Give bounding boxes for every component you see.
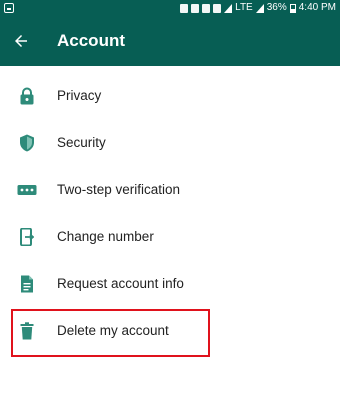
menu-item-security[interactable]: Security xyxy=(0,119,340,166)
status-icons: LTE 36% 4:40 PM xyxy=(180,0,336,16)
menu-item-label: Request account info xyxy=(57,276,184,291)
document-icon xyxy=(17,274,37,294)
menu-item-privacy[interactable]: Privacy xyxy=(0,72,340,119)
battery-percent: 36% xyxy=(266,2,287,13)
page-title: Account xyxy=(57,31,125,50)
battery-icon xyxy=(289,3,296,13)
mute-icon xyxy=(191,3,200,13)
menu-item-request-info[interactable]: Request account info xyxy=(0,260,340,307)
menu-item-label: Privacy xyxy=(57,88,102,103)
trash-icon xyxy=(17,321,37,341)
dots-keypad-icon xyxy=(17,180,37,200)
signal-2-icon xyxy=(255,3,264,13)
app-bar: Account xyxy=(0,16,340,66)
bluetooth-icon xyxy=(180,3,189,13)
phone-swap-icon xyxy=(17,227,37,247)
clock: 4:40 PM xyxy=(298,2,336,13)
menu-item-label: Two-step verification xyxy=(57,182,181,197)
notification-icon xyxy=(4,3,14,13)
menu-item-delete-account[interactable]: Delete my account xyxy=(0,307,340,354)
signal-icon xyxy=(224,3,233,13)
menu-item-label: Change number xyxy=(57,229,154,244)
arrow-left-icon xyxy=(15,35,27,47)
back-button[interactable] xyxy=(6,26,36,56)
menu-item-label: Delete my account xyxy=(57,323,169,338)
menu-item-change-number[interactable]: Change number xyxy=(0,213,340,260)
alarm-icon xyxy=(202,3,211,13)
menu-item-label: Security xyxy=(57,135,106,150)
data-saver-icon xyxy=(213,3,222,13)
account-menu: Privacy Security Two-step verification C… xyxy=(0,72,340,354)
shield-icon xyxy=(17,133,37,153)
menu-item-two-step[interactable]: Two-step verification xyxy=(0,166,340,213)
lock-icon xyxy=(17,86,37,106)
status-bar: LTE 36% 4:40 PM xyxy=(0,0,340,16)
network-type: LTE xyxy=(235,2,253,13)
